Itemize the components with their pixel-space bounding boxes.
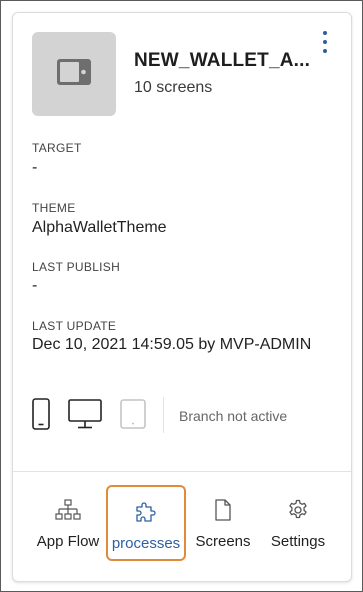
gear-icon xyxy=(287,497,309,523)
window-frame: NEW_WALLET_A... 10 screens TARGET - THEM… xyxy=(0,0,363,592)
divider xyxy=(13,471,351,472)
desktop-device-icon[interactable] xyxy=(68,399,102,434)
app-flow-label: App Flow xyxy=(36,533,100,550)
mobile-device-icon[interactable] xyxy=(32,398,50,435)
app-thumbnail[interactable] xyxy=(32,32,116,116)
theme-value: AlphaWalletTheme xyxy=(32,219,167,236)
app-card: NEW_WALLET_A... 10 screens TARGET - THEM… xyxy=(12,12,352,582)
last-publish-value: - xyxy=(32,277,38,294)
app-title: NEW_WALLET_A... xyxy=(134,50,311,71)
sitemap-icon xyxy=(55,497,81,523)
theme-label: THEME xyxy=(32,201,76,215)
screens-label: Screens xyxy=(195,533,251,550)
settings-button[interactable]: Settings xyxy=(260,485,336,561)
screen-count: 10 screens xyxy=(134,79,213,96)
puzzle-icon xyxy=(134,499,158,525)
app-flow-button[interactable]: App Flow xyxy=(31,485,105,561)
processes-button[interactable]: processes xyxy=(106,485,186,561)
divider xyxy=(163,397,164,433)
tablet-device-icon[interactable] xyxy=(120,399,146,434)
more-options-icon[interactable] xyxy=(317,31,333,53)
settings-label: Settings xyxy=(270,533,326,550)
document-icon xyxy=(214,497,232,523)
last-publish-label: LAST PUBLISH xyxy=(32,260,121,274)
last-update-value: Dec 10, 2021 14:59.05 by MVP-ADMIN xyxy=(32,336,312,353)
branch-status: Branch not active xyxy=(179,408,288,424)
wallet-icon xyxy=(56,57,92,92)
processes-label: processes xyxy=(111,535,181,552)
screens-button[interactable]: Screens xyxy=(189,485,257,561)
target-label: TARGET xyxy=(32,141,82,155)
last-update-label: LAST UPDATE xyxy=(32,319,117,333)
target-value: - xyxy=(32,159,38,176)
